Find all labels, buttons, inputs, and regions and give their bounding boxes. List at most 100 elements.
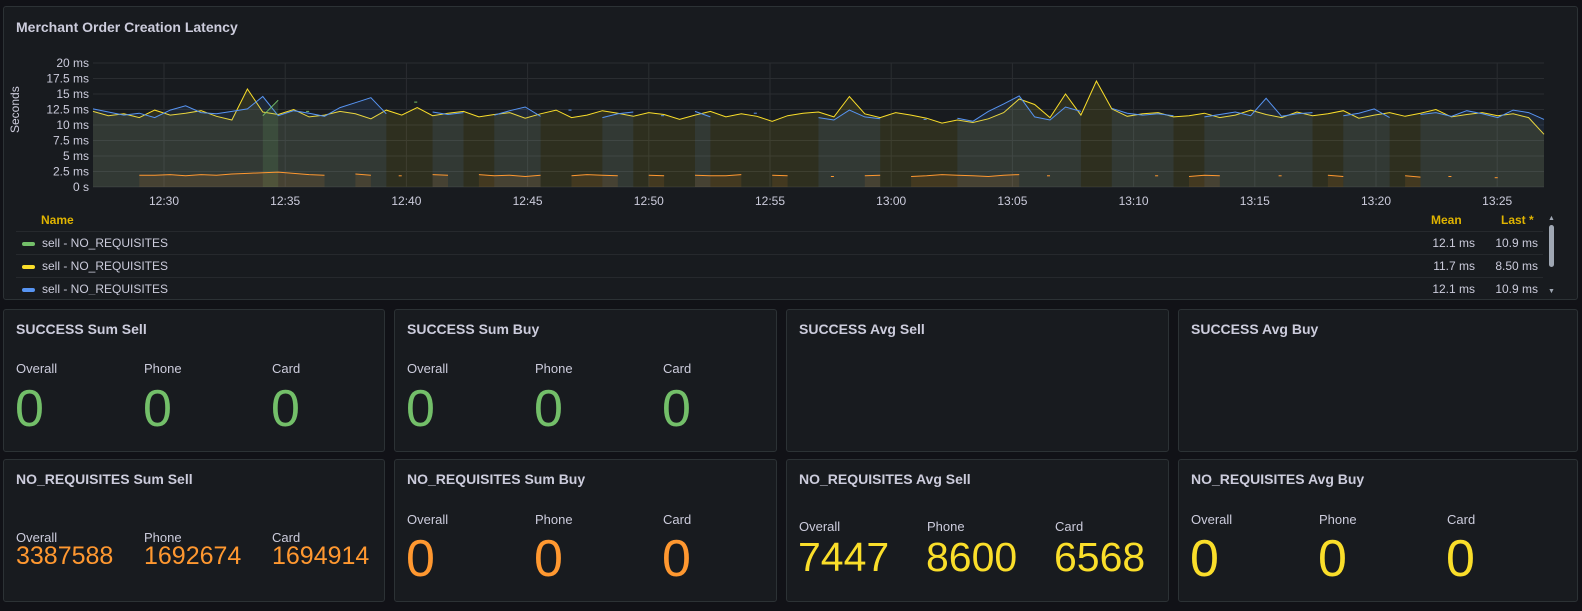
stat-label: Overall: [407, 512, 449, 527]
stat-panel[interactable]: SUCCESS Avg Buy: [1178, 309, 1578, 452]
legend-header-mean[interactable]: Mean: [1431, 213, 1462, 227]
panel-title: NO_REQUISITES Avg Sell: [799, 471, 971, 487]
x-tick-label: 12:30: [149, 194, 179, 208]
stat-value: 0: [1446, 530, 1475, 588]
stat-value: 0: [1190, 530, 1219, 588]
stat-panel[interactable]: NO_REQUISITES Avg Sell Overall 7447 Phon…: [786, 459, 1169, 602]
stat-label: Phone: [535, 512, 573, 527]
latency-chart[interactable]: 0 s2.5 ms 5 ms7.5 ms 10 ms12.5 ms 15 ms17.5…: [4, 7, 1579, 212]
series-area: [1405, 175, 1421, 187]
panel-title: SUCCESS Sum Sell: [16, 321, 147, 337]
scroll-up-icon[interactable]: ▲: [1547, 215, 1556, 222]
panel-title: SUCCESS Sum Buy: [407, 321, 540, 337]
series-line: [648, 174, 665, 177]
series-mean: 11.7 ms: [1433, 259, 1475, 273]
stat-value: 1692674: [144, 542, 242, 570]
stat-label: Card: [1055, 519, 1084, 534]
x-tick-label: 12:55: [755, 194, 785, 208]
stat-label: Card: [272, 361, 301, 376]
stat-panel[interactable]: NO_REQUISITES Sum Sell Overall 3387588 P…: [3, 459, 385, 602]
series-last: 8.50 ms: [1495, 259, 1538, 273]
series-area: [494, 107, 541, 187]
x-tick-label: 12:50: [634, 194, 664, 208]
stat-panel[interactable]: NO_REQUISITES Sum Buy Overall 0 Phone 0 …: [394, 459, 777, 602]
panel-title: NO_REQUISITES Sum Buy: [407, 471, 586, 487]
stat-value: 0: [1318, 530, 1347, 588]
stat-label: Phone: [535, 361, 573, 376]
stat-value: 0: [662, 380, 691, 438]
y-tick-label: 5 ms: [63, 149, 89, 163]
stat-value: 8600: [926, 534, 1018, 580]
stat-panel[interactable]: SUCCESS Sum Sell Overall 0 Phone 0 Card …: [3, 309, 385, 452]
stat-panel[interactable]: NO_REQUISITES Avg Buy Overall 0 Phone 0 …: [1178, 459, 1578, 602]
series-last: 10.9 ms: [1495, 282, 1538, 295]
x-tick-label: 13:10: [1119, 194, 1149, 208]
series-area: [355, 174, 371, 187]
y-tick-label: 2.5 ms: [53, 165, 89, 179]
stat-panel[interactable]: SUCCESS Sum Buy Overall 0 Phone 0 Card 0: [394, 309, 777, 452]
series-color-swatch: [22, 265, 35, 269]
stat-value: 6568: [1054, 534, 1146, 580]
series-name: sell - NO_REQUISITES: [42, 236, 169, 250]
stat-label: Overall: [407, 361, 449, 376]
x-tick-label: 13:00: [876, 194, 906, 208]
panel-title: NO_REQUISITES Avg Buy: [1191, 471, 1365, 487]
panel-title: SUCCESS Avg Sell: [799, 321, 925, 337]
series-area: [1343, 108, 1390, 187]
legend-header-name[interactable]: Name: [41, 213, 74, 227]
series-area: [648, 175, 665, 187]
stat-value: 0: [662, 530, 691, 588]
stat-label: Overall: [16, 361, 58, 376]
legend-scrollbar[interactable]: ▲ ▼: [1547, 215, 1556, 297]
scrollbar-thumb[interactable]: [1549, 225, 1554, 267]
series-area: [571, 174, 618, 187]
stat-label: Card: [663, 361, 692, 376]
y-tick-label: 12.5 ms: [46, 103, 89, 117]
legend-row[interactable]: sell - NO_REQUISITES 12.1 ms 10.9 ms: [16, 231, 1543, 254]
stat-value: 0: [406, 380, 435, 438]
stat-label: Card: [1447, 512, 1476, 527]
series-area: [1204, 98, 1313, 187]
series-color-swatch: [22, 288, 35, 292]
series-color-swatch: [22, 242, 35, 246]
stat-value: 0: [534, 530, 563, 588]
x-tick-label: 13:05: [997, 194, 1027, 208]
series-area: [1420, 110, 1544, 187]
series-mean: 12.1 ms: [1432, 236, 1475, 250]
stat-label: Phone: [1319, 512, 1357, 527]
series-mean: 12.1 ms: [1432, 282, 1475, 295]
series-area: [695, 174, 742, 187]
series-name: sell - NO_REQUISITES: [42, 282, 169, 295]
series-area: [1111, 108, 1174, 187]
stat-value: 0: [15, 380, 44, 438]
legend-header-last[interactable]: Last *: [1501, 213, 1534, 227]
panel-title: SUCCESS Avg Buy: [1191, 321, 1319, 337]
series-last: 10.9 ms: [1495, 236, 1538, 250]
y-tick-label: 10 ms: [56, 118, 89, 132]
series-area: [772, 175, 788, 187]
series-line: [432, 174, 449, 176]
stat-label: Phone: [927, 519, 965, 534]
stat-value: 0: [143, 380, 172, 438]
legend-row[interactable]: sell - NO_REQUISITES 11.7 ms 8.50 ms: [16, 254, 1543, 277]
stat-value: 7447: [798, 534, 890, 580]
stat-panel[interactable]: SUCCESS Avg Sell: [786, 309, 1169, 452]
series-area: [1189, 175, 1220, 187]
stat-label: Overall: [1191, 512, 1233, 527]
stat-label: Phone: [144, 361, 182, 376]
series-line: [772, 174, 788, 177]
scroll-down-icon[interactable]: ▼: [1547, 288, 1556, 295]
y-tick-label: 15 ms: [56, 87, 89, 101]
x-tick-label: 12:35: [270, 194, 300, 208]
y-tick-label: 20 ms: [56, 56, 89, 70]
y-tick-label: 0 s: [73, 180, 89, 194]
legend-row[interactable]: sell - NO_REQUISITES 12.1 ms 10.9 ms: [16, 277, 1543, 295]
series-area: [911, 174, 1020, 187]
x-tick-label: 13:20: [1361, 194, 1391, 208]
series-name: sell - NO_REQUISITES: [42, 259, 169, 273]
series-area: [1327, 175, 1344, 187]
x-tick-label: 12:40: [391, 194, 421, 208]
y-tick-label: 7.5 ms: [53, 134, 89, 148]
x-tick-label: 13:15: [1240, 194, 1270, 208]
series-area: [432, 174, 448, 187]
